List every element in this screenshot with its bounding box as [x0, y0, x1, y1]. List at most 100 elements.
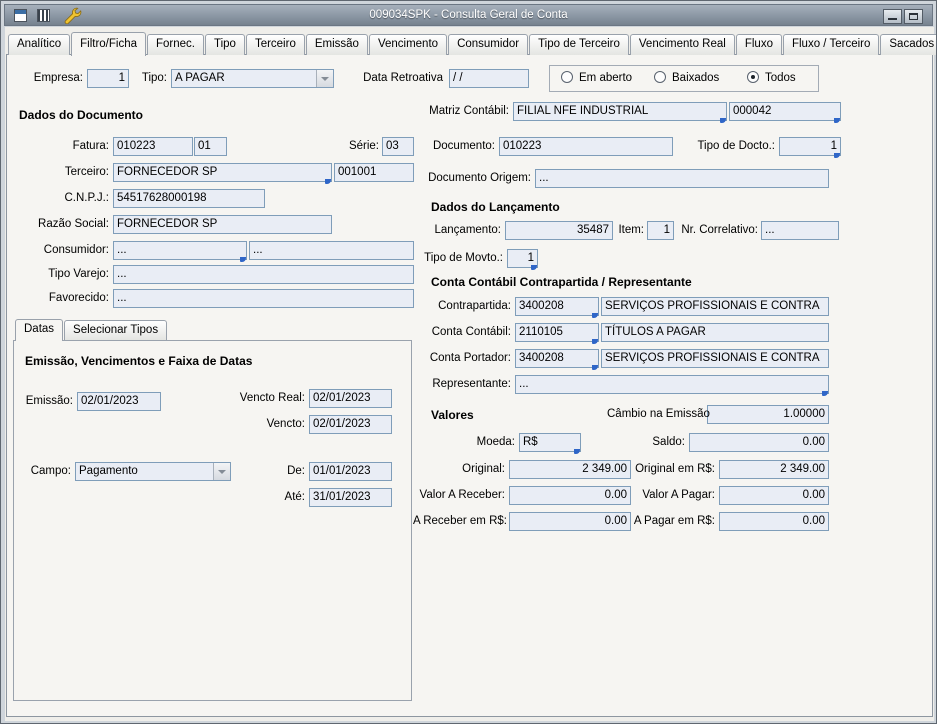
vencto-real-label: Vencto Real: — [235, 392, 305, 404]
matriz-contabil-nome-input[interactable]: FILIAL NFE INDUSTRIAL — [513, 102, 727, 121]
window-title: 009034SPK - Consulta Geral de Conta — [5, 5, 932, 25]
a-receber-rs-input[interactable]: 0.00 — [509, 512, 631, 531]
tab-fluxo[interactable]: Fluxo — [736, 34, 782, 55]
tipo-select[interactable]: A PAGAR — [171, 69, 334, 88]
empresa-input[interactable]: 1 — [87, 69, 129, 88]
fatura-numero-input[interactable]: 010223 — [113, 137, 193, 156]
favorecido-input[interactable]: ... — [113, 289, 414, 308]
moeda-input[interactable]: R$ — [519, 433, 581, 452]
representante-label: Representante: — [423, 378, 511, 390]
tab-filtro-ficha[interactable]: Filtro/Ficha — [71, 32, 146, 56]
dados-lancamento-header: Dados do Lançamento — [431, 200, 560, 214]
vencto-real-input[interactable]: 02/01/2023 — [309, 389, 392, 408]
conta-portador-descricao-input[interactable]: SERVIÇOS PROFISSIONAIS E CONTRA — [601, 349, 829, 368]
contrapartida-descricao-input[interactable]: SERVIÇOS PROFISSIONAIS E CONTRA — [601, 297, 829, 316]
original-label: Original: — [455, 463, 505, 475]
valor-a-receber-label: Valor A Receber: — [419, 489, 505, 501]
moeda-label: Moeda: — [471, 436, 515, 448]
tab-fornec[interactable]: Fornec. — [147, 34, 204, 55]
tab-tipo-de-terceiro[interactable]: Tipo de Terceiro — [529, 34, 629, 55]
conta-contabil-label: Conta Contábil: — [429, 326, 511, 338]
terceiro-codigo-input[interactable]: 001001 — [334, 163, 414, 182]
main-tabstrip: Analítico Filtro/Ficha Fornec. Tipo Terc… — [8, 32, 937, 55]
radio-baixados[interactable] — [654, 71, 666, 83]
fatura-label: Fatura: — [47, 140, 109, 152]
conta-contabil-descricao-input[interactable]: TÍTULOS A PAGAR — [601, 323, 829, 342]
item-label: Item: — [614, 224, 644, 236]
serie-label: Série: — [335, 140, 379, 152]
original-rs-label: Original em R$: — [631, 463, 715, 475]
conta-portador-codigo-input[interactable]: 3400208 — [515, 349, 599, 368]
cambio-input[interactable]: 1.00000 — [707, 405, 829, 424]
original-input[interactable]: 2 349.00 — [509, 460, 631, 479]
tab-fluxo-terceiro[interactable]: Fluxo / Terceiro — [783, 34, 879, 55]
tab-selecionar-tipos[interactable]: Selecionar Tipos — [64, 320, 167, 340]
documento-input[interactable]: 010223 — [499, 137, 673, 156]
saldo-input[interactable]: 0.00 — [689, 433, 829, 452]
valor-a-pagar-input[interactable]: 0.00 — [719, 486, 829, 505]
tab-emissao[interactable]: Emissão — [306, 34, 368, 55]
tipo-chevron-down-icon[interactable] — [316, 70, 333, 87]
matriz-contabil-codigo-input[interactable]: 000042 — [729, 102, 841, 121]
dados-documento-header: Dados do Documento — [19, 108, 143, 122]
tipo-varejo-input[interactable]: ... — [113, 265, 414, 284]
nr-correlativo-label: Nr. Correlativo: — [676, 224, 758, 236]
empresa-label: Empresa: — [19, 72, 83, 84]
serie-input[interactable]: 03 — [382, 137, 414, 156]
contrapartida-label: Contrapartida: — [433, 300, 511, 312]
tipo-movto-label: Tipo de Movto.: — [419, 252, 503, 264]
minimize-icon[interactable] — [883, 9, 902, 24]
tipo-label: Tipo: — [135, 72, 167, 84]
maximize-icon[interactable] — [904, 9, 923, 24]
tab-vencimento-real[interactable]: Vencimento Real — [630, 34, 735, 55]
app-window: 009034SPK - Consulta Geral de Conta Anal… — [0, 0, 937, 724]
radio-todos[interactable] — [747, 71, 759, 83]
tab-consumidor[interactable]: Consumidor — [448, 34, 528, 55]
a-pagar-rs-label: A Pagar em R$: — [631, 515, 715, 527]
emissao-input[interactable]: 02/01/2023 — [77, 392, 161, 411]
a-receber-rs-label: A Receber em R$: — [413, 515, 505, 527]
data-retroativa-label: Data Retroativa — [357, 72, 443, 84]
tab-analitico[interactable]: Analítico — [8, 34, 70, 55]
razao-social-input[interactable]: FORNECEDOR SP — [113, 215, 332, 234]
tipo-docto-input[interactable]: 1 — [779, 137, 841, 156]
conta-contabil-codigo-input[interactable]: 2110105 — [515, 323, 599, 342]
vencto-input[interactable]: 02/01/2023 — [309, 415, 392, 434]
representante-input[interactable]: ... — [515, 375, 829, 394]
radio-em-aberto[interactable] — [561, 71, 573, 83]
campo-label: Campo: — [27, 465, 71, 477]
valores-header: Valores — [431, 408, 474, 422]
item-input[interactable]: 1 — [647, 221, 674, 240]
contrapartida-codigo-input[interactable]: 3400208 — [515, 297, 599, 316]
cnpj-input[interactable]: 54517628000198 — [113, 189, 265, 208]
ate-input[interactable]: 31/01/2023 — [309, 488, 392, 507]
saldo-label: Saldo: — [643, 436, 685, 448]
lancamento-input[interactable]: 35487 — [505, 221, 613, 240]
campo-select[interactable]: Pagamento — [75, 462, 231, 481]
terceiro-nome-input[interactable]: FORNECEDOR SP — [113, 163, 332, 182]
nr-correlativo-input[interactable]: ... — [761, 221, 839, 240]
consumidor-input-1[interactable]: ... — [113, 241, 247, 260]
a-pagar-rs-input[interactable]: 0.00 — [719, 512, 829, 531]
original-rs-input[interactable]: 2 349.00 — [719, 460, 829, 479]
razao-social-label: Razão Social: — [27, 218, 109, 230]
campo-chevron-down-icon[interactable] — [213, 463, 230, 480]
tab-tipo[interactable]: Tipo — [205, 34, 245, 55]
documento-label: Documento: — [427, 140, 495, 152]
consumidor-input-2[interactable]: ... — [249, 241, 414, 260]
tab-sacados[interactable]: Sacados — [880, 34, 937, 55]
tipo-varejo-label: Tipo Varejo: — [27, 268, 109, 280]
valor-a-receber-input[interactable]: 0.00 — [509, 486, 631, 505]
lancamento-label: Lançamento: — [431, 224, 501, 236]
tab-vencimento[interactable]: Vencimento — [369, 34, 447, 55]
data-retroativa-input[interactable]: / / — [449, 69, 529, 88]
documento-origem-input[interactable]: ... — [535, 169, 829, 188]
tab-terceiro[interactable]: Terceiro — [246, 34, 305, 55]
titlebar: 009034SPK - Consulta Geral de Conta — [4, 4, 933, 26]
de-input[interactable]: 01/01/2023 — [309, 462, 392, 481]
tipo-docto-label: Tipo de Docto.: — [693, 140, 775, 152]
tab-datas[interactable]: Datas — [15, 319, 63, 341]
vencto-label: Vencto: — [259, 418, 305, 430]
fatura-sufixo-input[interactable]: 01 — [194, 137, 227, 156]
terceiro-label: Terceiro: — [47, 166, 109, 178]
